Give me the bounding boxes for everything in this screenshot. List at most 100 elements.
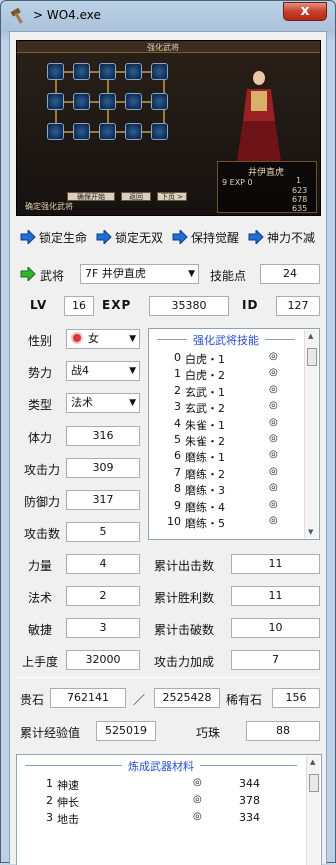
scroll-thumb[interactable] bbox=[309, 774, 319, 792]
list-item[interactable]: 6 磨练・1 ◎ bbox=[155, 449, 301, 464]
lock-hp-option[interactable]: 锁定生命 bbox=[20, 228, 87, 246]
list-item[interactable]: 1 白虎・2 ◎ bbox=[155, 367, 301, 382]
circle-mark-icon: ◎ bbox=[193, 811, 202, 822]
attack-field[interactable]: 309 bbox=[66, 458, 140, 478]
list-item[interactable]: 7 磨练・2 ◎ bbox=[155, 466, 301, 481]
list-item[interactable]: 10 磨练・5 ◎ bbox=[155, 515, 301, 530]
game-panel-stat: 623 bbox=[292, 186, 308, 195]
scroll-up-icon[interactable]: ▲ bbox=[310, 758, 315, 766]
rare-stone-field[interactable]: 156 bbox=[272, 688, 320, 708]
total-wins-field[interactable]: 11 bbox=[231, 586, 320, 606]
circle-mark-icon: ◎ bbox=[269, 383, 278, 395]
type-label: 类型 bbox=[28, 398, 53, 412]
chevron-down-icon: ▼ bbox=[188, 269, 195, 279]
lock-musou-option[interactable]: 锁定无双 bbox=[96, 228, 163, 246]
weapon-materials-list[interactable]: 炼成武器材料 1 神速 ◎ 344 2 伸长 ◎ 378 3 地击 ◎ 334 ▲ bbox=[16, 754, 322, 865]
skill-grid-graphic bbox=[47, 63, 187, 163]
orbs-label: 巧珠 bbox=[196, 726, 221, 740]
materials-title: 炼成武器材料 bbox=[122, 760, 200, 773]
circle-mark-icon: ◎ bbox=[269, 433, 278, 444]
hammer-icon bbox=[10, 8, 23, 24]
gems-current-field[interactable]: 762141 bbox=[50, 688, 126, 708]
gems-max-field[interactable]: 2525428 bbox=[154, 688, 220, 708]
id-label: ID bbox=[242, 298, 259, 312]
circle-mark-icon: ◎ bbox=[269, 482, 278, 494]
attack-count-label: 攻击数 bbox=[24, 527, 61, 541]
title-bar[interactable]: > WO4.exe x bbox=[1, 1, 335, 31]
list-item[interactable]: 9 磨练・4 ◎ bbox=[155, 499, 301, 514]
list-item-label: 磨练・2 bbox=[185, 467, 225, 481]
attack-bonus-field[interactable]: 7 bbox=[231, 650, 320, 670]
faction-value: 战4 bbox=[71, 364, 89, 377]
total-exp-field[interactable]: 525019 bbox=[96, 721, 156, 741]
game-panel-stat: 1 bbox=[296, 176, 302, 185]
list-item-index: 2 bbox=[174, 383, 181, 397]
window-title: > WO4.exe bbox=[33, 8, 101, 22]
total-sorties-field[interactable]: 11 bbox=[231, 554, 320, 574]
list-item-label: 白虎・1 bbox=[185, 353, 225, 366]
female-icon bbox=[71, 332, 83, 344]
skill-points-label: 技能点 bbox=[210, 269, 247, 283]
lv-label: LV bbox=[30, 298, 48, 312]
list-item[interactable]: 0 白虎・1 ◎ bbox=[155, 351, 301, 366]
magic-label: 法术 bbox=[28, 591, 53, 605]
scroll-up-icon[interactable]: ▲ bbox=[308, 332, 313, 340]
list-item-label: 磨练・1 bbox=[185, 451, 225, 465]
type-select[interactable]: 法术 ▼ bbox=[66, 393, 140, 413]
gems-label: 贵石 bbox=[20, 693, 45, 707]
circle-mark-icon: ◎ bbox=[269, 416, 278, 428]
lv-field[interactable]: 16 bbox=[64, 296, 94, 316]
exp-label: EXP bbox=[102, 298, 132, 312]
list-item-label: 伸长 bbox=[57, 796, 79, 809]
exp-field[interactable]: 35380 bbox=[149, 296, 229, 316]
game-panel-exp: 9 EXP 0 bbox=[222, 178, 253, 187]
game-header-text: 强化武将 bbox=[147, 43, 179, 52]
agility-field[interactable]: 3 bbox=[66, 618, 140, 638]
chevron-down-icon: ▼ bbox=[129, 334, 136, 344]
skill-level-field[interactable]: 32000 bbox=[66, 650, 140, 670]
list-item[interactable]: 2 伸长 ◎ 378 bbox=[23, 794, 303, 809]
enhanced-skills-list[interactable]: 强化武将技能 0 白虎・1 ◎ 1 白虎・2 ◎ 2 玄武・1 ◎ 3 玄武・2 ◎ 4 朱雀・1 ◎ 5 朱雀… bbox=[148, 328, 320, 540]
option-label: 保持觉醒 bbox=[191, 230, 240, 245]
gender-select[interactable]: 女 ▼ bbox=[66, 329, 140, 349]
list-item-index: 9 bbox=[174, 498, 181, 512]
scroll-thumb[interactable] bbox=[307, 348, 317, 366]
total-sorties-label: 累计出击数 bbox=[154, 559, 215, 573]
list-item[interactable]: 3 玄武・2 ◎ bbox=[155, 400, 301, 415]
list-item[interactable]: 8 磨练・3 ◎ bbox=[155, 482, 301, 497]
arrow-right-icon bbox=[248, 230, 264, 244]
total-wins-label: 累计胜利数 bbox=[154, 591, 215, 605]
option-label: 锁定无双 bbox=[115, 230, 164, 245]
agility-label: 敏捷 bbox=[28, 623, 53, 637]
list-item-index: 10 bbox=[167, 515, 181, 528]
keep-awakening-option[interactable]: 保持觉醒 bbox=[172, 228, 239, 246]
close-button[interactable]: x bbox=[283, 2, 327, 21]
infinite-power-option[interactable]: 神力不减 bbox=[248, 228, 315, 246]
materials-scrollbar[interactable]: ▲ bbox=[306, 756, 320, 865]
hp-field[interactable]: 316 bbox=[66, 426, 140, 446]
list-item[interactable]: 5 朱雀・2 ◎ bbox=[155, 433, 301, 448]
rare-stone-label: 稀有石 bbox=[226, 693, 263, 707]
scroll-down-icon[interactable]: ▼ bbox=[308, 528, 313, 536]
total-kos-field[interactable]: 10 bbox=[231, 618, 320, 638]
chevron-down-icon: ▼ bbox=[129, 366, 136, 376]
game-hint-text: 确定强化武将 bbox=[25, 202, 73, 211]
general-select[interactable]: 7F 井伊直虎 ▼ bbox=[80, 264, 199, 284]
list-item[interactable]: 3 地击 ◎ 334 bbox=[23, 811, 303, 826]
list-item[interactable]: 1 神速 ◎ 344 bbox=[23, 777, 303, 792]
main-panel: 强化武将 确保开始 返回 下页 > 确定强化武将 井伊直虎 9 EXP 0 1 … bbox=[9, 31, 327, 865]
list-item[interactable]: 4 朱雀・1 ◎ bbox=[155, 417, 301, 432]
skill-points-field[interactable]: 24 bbox=[260, 264, 320, 284]
attack-count-field[interactable]: 5 bbox=[66, 522, 140, 542]
magic-field[interactable]: 2 bbox=[66, 586, 140, 606]
faction-select[interactable]: 战4 ▼ bbox=[66, 361, 140, 381]
list-item-label: 朱雀・1 bbox=[185, 418, 225, 432]
orbs-field[interactable]: 88 bbox=[246, 721, 320, 741]
gender-value: 女 bbox=[88, 332, 99, 345]
list-item-index: 0 bbox=[174, 351, 181, 364]
list-item[interactable]: 2 玄武・1 ◎ bbox=[155, 384, 301, 399]
defense-field[interactable]: 317 bbox=[66, 490, 140, 510]
strength-field[interactable]: 4 bbox=[66, 554, 140, 574]
skills-scrollbar[interactable]: ▲ ▼ bbox=[304, 330, 318, 538]
id-field[interactable]: 127 bbox=[276, 296, 320, 316]
